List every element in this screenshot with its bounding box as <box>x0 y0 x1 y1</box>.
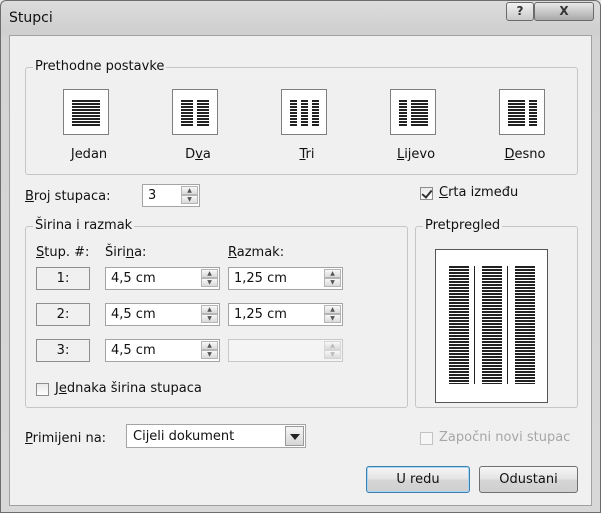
spin-down-icon: ▼ <box>201 350 218 359</box>
preset-right-icon <box>499 89 545 135</box>
num-columns-spin-buttons[interactable]: ▲ ▼ <box>181 186 198 205</box>
dialog-title: Stupci <box>9 10 53 26</box>
title-bar: Stupci ? X <box>1 1 600 35</box>
spin-buttons[interactable]: ▲ ▼ <box>324 269 341 288</box>
spin-up-icon: ▲ <box>201 269 218 278</box>
spin-down-icon: ▼ <box>324 314 341 323</box>
help-icon: ? <box>516 4 524 18</box>
dialog-body: Prethodne postavke Jedan Dva Tri Lijevo … <box>9 35 592 506</box>
line-between-checkbox[interactable] <box>420 187 433 200</box>
spin-up-icon: ▲ <box>324 269 341 278</box>
column-number: 3: <box>36 339 90 362</box>
presets-group: Prethodne postavke Jedan Dva Tri Lijevo … <box>25 59 578 175</box>
width-input-3[interactable]: 4,5 cm ▲ ▼ <box>105 339 220 362</box>
spin-up-icon: ▲ <box>324 305 341 314</box>
chevron-down-icon[interactable] <box>285 426 304 446</box>
width-input-2[interactable]: 4,5 cm ▲ ▼ <box>105 303 220 326</box>
line-between-label: Crta između <box>439 185 519 200</box>
num-columns-label: Broj stupaca: <box>25 189 111 204</box>
preset-one-icon <box>63 89 109 135</box>
cancel-button[interactable]: Odustani <box>479 466 578 493</box>
spin-up-icon: ▲ <box>181 186 198 195</box>
apply-to-dropdown[interactable]: Cijeli dokument <box>126 424 306 448</box>
spin-up-icon: ▲ <box>201 341 218 350</box>
preset-three-icon <box>281 89 327 135</box>
preview-label: Pretpregled <box>423 218 503 233</box>
preset-right[interactable]: Desno <box>477 89 573 163</box>
width-header: Širina: <box>105 245 147 260</box>
start-new-column-checkbox <box>420 432 433 445</box>
spin-buttons[interactable]: ▲ ▼ <box>201 269 218 288</box>
preset-three[interactable]: Tri <box>259 89 355 163</box>
spin-down-icon: ▼ <box>181 195 198 204</box>
column-number-header: Stup. #: <box>36 245 90 260</box>
column-number: 2: <box>36 303 90 326</box>
close-icon: X <box>559 4 569 18</box>
spacing-input-3: ▲ ▼ <box>228 339 343 362</box>
spin-down-icon: ▼ <box>324 278 341 287</box>
spin-up-icon: ▲ <box>324 341 341 350</box>
apply-to-label: Primijeni na: <box>25 431 107 446</box>
presets-group-label: Prethodne postavke <box>33 59 167 74</box>
spin-down-icon: ▼ <box>201 314 218 323</box>
num-columns-spinner[interactable]: 3 ▲ ▼ <box>142 184 200 207</box>
preset-left[interactable]: Lijevo <box>368 89 464 163</box>
width-input-1[interactable]: 4,5 cm ▲ ▼ <box>105 267 220 290</box>
column-number: 1: <box>36 267 90 290</box>
spin-down-icon: ▼ <box>324 350 341 359</box>
columns-dialog: Stupci ? X Prethodne postavke Jedan Dva … <box>0 0 601 513</box>
spacing-input-2[interactable]: 1,25 cm ▲ ▼ <box>228 303 343 326</box>
preset-two[interactable]: Dva <box>150 89 246 163</box>
preview-group: Pretpregled <box>415 218 578 408</box>
spin-buttons[interactable]: ▲ ▼ <box>201 305 218 324</box>
width-spacing-group: Širina i razmak Stup. #: Širina: Razmak:… <box>25 218 408 408</box>
spin-buttons[interactable]: ▲ ▼ <box>201 341 218 360</box>
close-button[interactable]: X <box>534 2 594 21</box>
spin-up-icon: ▲ <box>201 305 218 314</box>
spin-buttons: ▲ ▼ <box>324 341 341 360</box>
preset-two-icon <box>172 89 218 135</box>
equal-width-checkbox[interactable] <box>36 383 49 396</box>
help-button[interactable]: ? <box>506 2 534 21</box>
preview-page <box>435 249 548 403</box>
spin-buttons[interactable]: ▲ ▼ <box>324 305 341 324</box>
spacing-input-1[interactable]: 1,25 cm ▲ ▼ <box>228 267 343 290</box>
spin-down-icon: ▼ <box>201 278 218 287</box>
preset-one[interactable]: Jedan <box>41 89 137 163</box>
spacing-header: Razmak: <box>228 245 285 260</box>
preset-left-icon <box>390 89 436 135</box>
start-new-column-label: Započni novi stupac <box>439 430 571 445</box>
equal-width-label: Jednaka širina stupaca <box>55 381 202 396</box>
width-spacing-label: Širina i razmak <box>33 218 135 233</box>
ok-button[interactable]: U redu <box>366 466 470 493</box>
